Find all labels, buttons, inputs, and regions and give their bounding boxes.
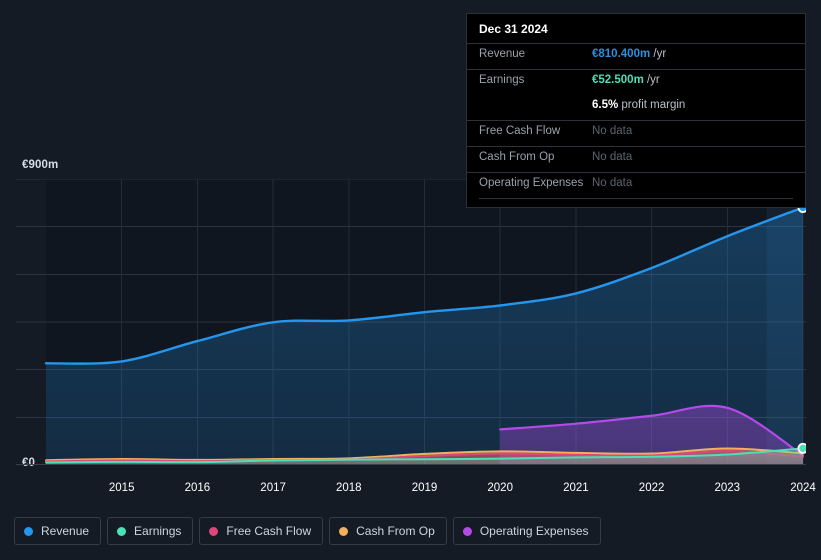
tooltip-value-unit: /yr bbox=[650, 48, 667, 60]
x-tick-label: 2019 bbox=[411, 482, 438, 494]
tooltip-row-value: No data bbox=[592, 125, 633, 137]
tooltip-row-value: No data bbox=[592, 151, 633, 163]
tooltip-value-unit: profit margin bbox=[618, 99, 686, 111]
tooltip-row: Operating Expenses No data bbox=[467, 172, 805, 198]
tooltip-row-value: 6.5% profit margin bbox=[592, 99, 685, 111]
tooltip-spacer bbox=[467, 199, 805, 207]
legend-item-label: Operating Expenses bbox=[479, 524, 589, 538]
tooltip-value-number: €52.500m bbox=[592, 74, 644, 86]
legend-item-revenue[interactable]: Revenue bbox=[14, 517, 102, 545]
x-tick-label: 2020 bbox=[487, 482, 513, 494]
tooltip-row-value: €810.400m /yr bbox=[592, 48, 666, 60]
x-axis-tick-labels: 2015 2016 2017 2018 2019 2020 2021 2022 2023 2024 bbox=[0, 482, 821, 498]
legend-color-dot bbox=[339, 526, 349, 536]
legend-item-earnings[interactable]: Earnings bbox=[107, 517, 194, 545]
legend-color-dot bbox=[117, 526, 127, 536]
tooltip-row: 6.5% profit margin bbox=[467, 95, 805, 120]
tooltip-row-key: Revenue bbox=[479, 48, 526, 60]
tooltip-date: Dec 31 2024 bbox=[479, 22, 548, 36]
tooltip-row-value: No data bbox=[592, 177, 633, 189]
x-tick-label: 2018 bbox=[336, 482, 362, 494]
x-axis-line bbox=[16, 464, 806, 465]
chart-legend: Revenue Earnings Free Cash Flow Cash From O… bbox=[14, 517, 601, 545]
tooltip-row-key: Operating Expenses bbox=[479, 177, 584, 189]
legend-color-dot bbox=[24, 526, 33, 536]
tooltip-value-unit: /yr bbox=[643, 74, 660, 86]
x-tick-label: 2023 bbox=[714, 482, 741, 494]
tooltip-row-key: Earnings bbox=[479, 74, 525, 86]
legend-color-dot bbox=[209, 526, 219, 536]
legend-item-label: Free Cash Flow bbox=[226, 524, 312, 538]
tooltip-row-value: €52.500m /yr bbox=[592, 74, 660, 86]
tooltip-row: Revenue €810.400m /yr bbox=[467, 43, 805, 69]
legend-item-free-cash-flow[interactable]: Free Cash Flow bbox=[199, 517, 324, 545]
legend-color-dot bbox=[462, 526, 472, 536]
plot-area[interactable] bbox=[16, 178, 809, 466]
legend-item-label: Cash From Op bbox=[356, 524, 435, 538]
legend-item-label: Revenue bbox=[41, 524, 90, 538]
chart-canvas bbox=[16, 178, 809, 466]
x-tick-label: 2022 bbox=[638, 482, 665, 494]
tooltip-row-key: Cash From Op bbox=[479, 151, 555, 163]
legend-item-operating-expenses[interactable]: Operating Expenses bbox=[452, 517, 601, 545]
financial-chart: €900m €0 2015 2016 2017 2018 2019 2020 2021 202… bbox=[0, 0, 821, 560]
y-axis-max-label: €900m bbox=[22, 159, 59, 171]
legend-item-label: Earnings bbox=[134, 524, 182, 538]
tooltip-row-key: Free Cash Flow bbox=[479, 125, 561, 137]
tooltip-value-number: 6.5% bbox=[592, 99, 619, 111]
endpoint-marker-earnings bbox=[797, 442, 809, 454]
data-tooltip: Dec 31 2024 Revenue €810.400m /yr Earnings… bbox=[466, 13, 806, 208]
tooltip-row: Earnings €52.500m /yr bbox=[467, 69, 805, 95]
tooltip-value-number: €810.400m bbox=[592, 48, 651, 60]
legend-item-cash-from-op[interactable]: Cash From Op bbox=[329, 517, 447, 545]
x-tick-label: 2017 bbox=[260, 482, 286, 494]
x-tick-label: 2016 bbox=[184, 482, 211, 494]
x-tick-label: 2021 bbox=[563, 482, 589, 494]
x-tick-label: 2015 bbox=[108, 482, 135, 494]
x-tick-label: 2024 bbox=[790, 482, 816, 494]
tooltip-row: Cash From Op No data bbox=[467, 146, 805, 172]
tooltip-row: Free Cash Flow No data bbox=[467, 120, 805, 146]
tooltip-rows: Revenue €810.400m /yr Earnings €52.500m /yr… bbox=[467, 43, 805, 198]
